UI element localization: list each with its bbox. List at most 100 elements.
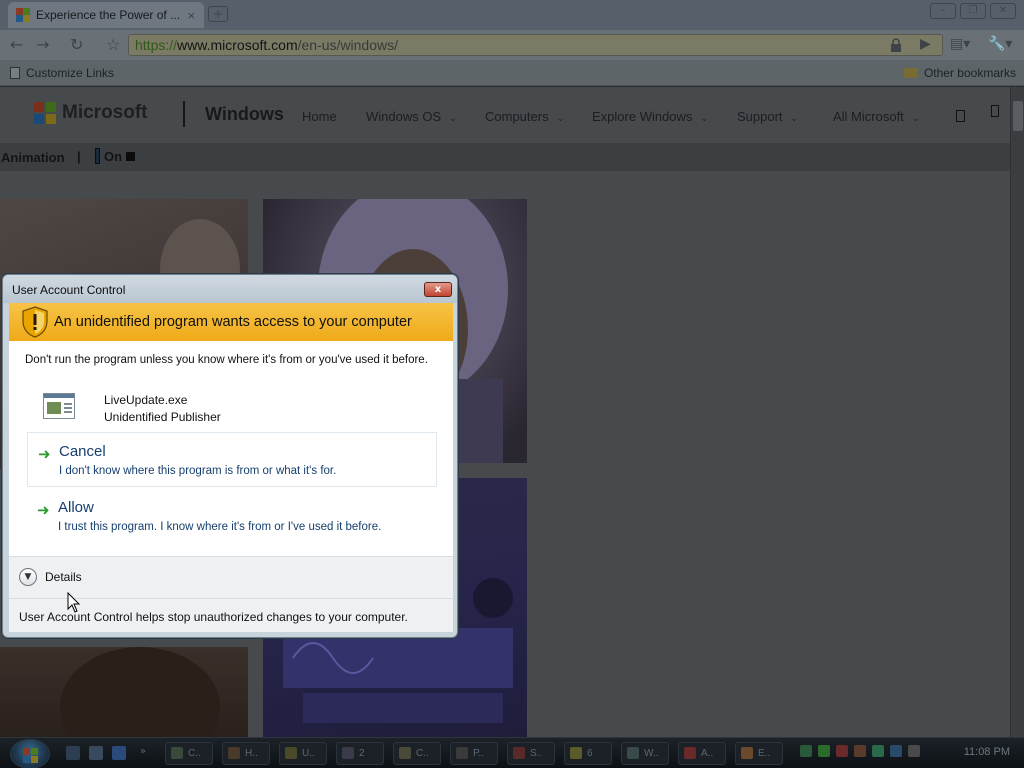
taskbar-button[interactable]: H.. — [222, 742, 270, 765]
microsoft-brand[interactable]: Microsoft — [62, 102, 148, 124]
taskbar-label: C.. — [416, 748, 429, 759]
other-bookmarks[interactable]: Other bookmarks — [903, 66, 1016, 80]
taskbar-button[interactable]: W.. — [621, 742, 669, 765]
animation-toggle[interactable]: On — [95, 148, 136, 164]
taskbar-button[interactable]: P.. — [450, 742, 498, 765]
tray-icon[interactable] — [872, 745, 884, 757]
uac-body: Don't run the program unless you know wh… — [9, 341, 453, 556]
url-host: www.microsoft.com — [177, 37, 298, 53]
bookmark-star-icon[interactable]: ☆ — [106, 35, 120, 54]
allow-description: I trust this program. I know where it's … — [58, 521, 382, 533]
reload-icon[interactable]: ↻ — [70, 35, 83, 54]
animation-label: Animation — [1, 150, 65, 165]
bookmarks-bar: Customize Links Other bookmarks — [0, 60, 1024, 86]
tray-icon[interactable] — [800, 745, 812, 757]
animation-separator: | — [77, 149, 81, 164]
hero-image-bottom-left — [0, 647, 248, 737]
chevron-down-icon[interactable]: ▼ — [19, 568, 37, 586]
url-path: /en-us/windows/ — [297, 37, 398, 53]
wrench-icon[interactable]: 🔧▾ — [988, 36, 1012, 52]
microsoft-logo-icon[interactable] — [34, 102, 56, 124]
details-label: Details — [45, 570, 82, 584]
nav-windows-os[interactable]: Windows OS ⌄ — [366, 109, 457, 124]
volume-icon[interactable] — [908, 745, 920, 757]
nav-label: Home — [302, 109, 337, 124]
forward-icon[interactable]: → — [36, 35, 49, 54]
taskbar-label: U.. — [302, 748, 315, 759]
show-desktop-icon[interactable] — [66, 746, 80, 760]
taskbar-button[interactable]: 2 — [336, 742, 384, 765]
taskbar-button[interactable]: A.. — [678, 742, 726, 765]
nav-label: Computers — [485, 109, 549, 124]
taskbar-label: H.. — [245, 748, 258, 759]
network-icon[interactable] — [890, 745, 902, 757]
internet-explorer-icon[interactable] — [112, 746, 126, 760]
uac-dialog: User Account Control x An unidentified p… — [2, 274, 458, 638]
url-scheme: https:// — [135, 37, 178, 53]
uac-banner: An unidentified program wants access to … — [9, 303, 453, 341]
nav-label: Explore Windows — [592, 109, 693, 124]
chevron-more-icon[interactable]: » — [140, 746, 154, 760]
taskbar-label: 2 — [359, 748, 365, 759]
page-scrollbar[interactable] — [1010, 87, 1024, 737]
page-icon — [10, 67, 20, 79]
nav-all-microsoft[interactable]: All Microsoft ⌄ — [833, 109, 919, 124]
folder-icon — [903, 68, 918, 78]
uac-heading: An unidentified program wants access to … — [54, 314, 412, 330]
browser-toolbar: ← → ↻ ☆ https://www.microsoft.com/en-us/… — [0, 30, 1024, 60]
windows-brand[interactable]: Windows — [205, 104, 284, 125]
uac-warning-text: Don't run the program unless you know wh… — [25, 354, 428, 366]
cancel-description: I don't know where this program is from … — [59, 465, 337, 477]
switch-windows-icon[interactable] — [89, 746, 103, 760]
allow-title: Allow — [58, 499, 94, 516]
scroll-thumb[interactable] — [1013, 101, 1023, 131]
uac-close-button[interactable]: x — [424, 282, 452, 297]
tray-icon[interactable] — [836, 745, 848, 757]
page-menu-icon[interactable]: ▤▾ — [950, 36, 970, 52]
browser-tab[interactable]: Experience the Power of ... × — [8, 2, 204, 28]
taskbar-label: C.. — [188, 748, 201, 759]
taskbar-button[interactable]: C.. — [393, 742, 441, 765]
close-icon[interactable]: ✕ — [990, 3, 1016, 19]
cart-icon[interactable] — [991, 105, 999, 117]
address-bar[interactable]: https://www.microsoft.com/en-us/windows/ — [128, 34, 943, 56]
nav-explore-windows[interactable]: Explore Windows ⌄ — [592, 109, 708, 124]
search-icon[interactable] — [956, 110, 965, 122]
nav-support[interactable]: Support ⌄ — [737, 109, 798, 124]
taskbar-button[interactable]: C.. — [165, 742, 213, 765]
maximize-icon[interactable]: ❐ — [960, 3, 986, 19]
taskbar-button[interactable]: E.. — [735, 742, 783, 765]
nav-label: All Microsoft — [833, 109, 904, 124]
tab-close-icon[interactable]: × — [187, 9, 196, 22]
clock[interactable]: 11:08 PM — [964, 746, 1010, 758]
chevron-down-icon: ⌄ — [449, 113, 457, 123]
play-icon[interactable]: ▶ — [920, 36, 931, 52]
mouse-cursor-icon — [67, 592, 81, 613]
shield-icon — [22, 306, 48, 338]
taskbar-label: W.. — [644, 748, 659, 759]
taskbar-button[interactable]: U.. — [279, 742, 327, 765]
bookmark-customize-links[interactable]: Customize Links — [10, 66, 114, 80]
start-button[interactable] — [10, 739, 50, 768]
tray-icon[interactable] — [854, 745, 866, 757]
nav-home[interactable]: Home — [302, 109, 337, 124]
taskbar-button[interactable]: S.. — [507, 742, 555, 765]
tab-title: Experience the Power of ... — [36, 8, 181, 22]
animation-state: On — [104, 148, 123, 164]
minimize-icon[interactable]: – — [930, 3, 956, 19]
back-icon[interactable]: ← — [10, 35, 23, 54]
chevron-down-icon: ⌄ — [790, 113, 799, 123]
tray-icon[interactable] — [818, 745, 830, 757]
taskbar-label: S.. — [530, 748, 543, 759]
cancel-button[interactable]: ➜ Cancel I don't know where this program… — [27, 432, 437, 487]
new-tab-button[interactable]: + — [208, 6, 228, 22]
program-name: LiveUpdate.exe — [104, 393, 188, 407]
toggle-switch-icon — [95, 148, 100, 164]
header-divider — [183, 101, 185, 127]
chevron-down-icon: ⌄ — [556, 113, 565, 123]
system-tray — [800, 745, 920, 757]
nav-computers[interactable]: Computers ⌄ — [485, 109, 564, 124]
taskbar-button[interactable]: 6 — [564, 742, 612, 765]
taskbar-label: P.. — [473, 748, 484, 759]
allow-button[interactable]: ➜ Allow I trust this program. I know whe… — [27, 489, 437, 544]
